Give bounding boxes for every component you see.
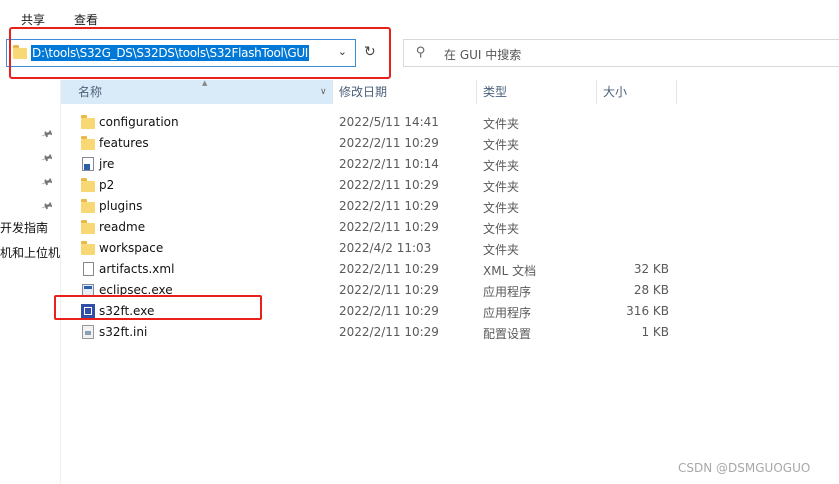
search-input[interactable]: ⚲ 在 GUI 中搜索	[403, 39, 839, 67]
ini-file-icon	[82, 325, 94, 339]
column-header-date[interactable]: 修改日期	[339, 80, 477, 104]
search-placeholder: 在 GUI 中搜索	[444, 48, 522, 62]
file-row[interactable]: artifacts.xml 2022/2/11 10:29 XML 文档 32 KB	[60, 259, 680, 280]
navigation-pane: 🖈 🖈 🖈 🖈 开发指南 机和上位机	[0, 80, 60, 484]
file-row[interactable]: jre 2022/2/11 10:14 文件夹	[60, 154, 680, 175]
watermark: CSDN @DSMGUOGUO	[678, 461, 811, 475]
file-size: 28 KB	[633, 283, 669, 297]
file-row[interactable]: p2 2022/2/11 10:29 文件夹	[60, 175, 680, 196]
file-name: readme	[99, 220, 146, 234]
column-header-size-label: 大小	[603, 85, 628, 99]
file-name: plugins	[99, 199, 143, 213]
nav-item-dev-guide[interactable]: 开发指南	[0, 219, 48, 236]
tab-share[interactable]: 共享	[21, 11, 45, 28]
column-header-type-label: 类型	[483, 85, 508, 99]
file-date: 2022/2/11 10:29	[339, 283, 439, 297]
column-header-name[interactable]: 名称	[61, 80, 332, 104]
file-type: 文件夹	[483, 243, 520, 257]
tab-view[interactable]: 查看	[74, 11, 98, 28]
file-name: p2	[99, 178, 115, 192]
file-name: artifacts.xml	[99, 262, 175, 276]
column-divider[interactable]	[332, 80, 333, 104]
file-date: 2022/2/11 10:29	[339, 136, 439, 150]
folder-icon	[81, 178, 95, 192]
file-type: 配置设置	[483, 327, 532, 341]
file-name: configuration	[99, 115, 179, 129]
file-name: jre	[99, 157, 115, 171]
file-row[interactable]: readme 2022/2/11 10:29 文件夹	[60, 217, 680, 238]
chevron-down-icon[interactable]: ∨	[320, 87, 327, 97]
file-type: 文件夹	[483, 159, 520, 173]
file-name: features	[99, 136, 149, 150]
file-row[interactable]: plugins 2022/2/11 10:29 文件夹	[60, 196, 680, 217]
file-type: 文件夹	[483, 180, 520, 194]
file-type: 应用程序	[483, 306, 532, 320]
file-type: 文件夹	[483, 138, 520, 152]
column-header-size[interactable]: 大小	[603, 80, 676, 104]
file-size: 1 KB	[641, 325, 669, 339]
folder-icon	[81, 241, 95, 255]
xml-file-icon	[83, 262, 94, 276]
file-date: 2022/2/11 10:29	[339, 262, 439, 276]
column-divider[interactable]	[676, 80, 677, 104]
file-row[interactable]: s32ft.ini 2022/2/11 10:29 配置设置 1 KB	[60, 322, 680, 343]
file-date: 2022/2/11 10:29	[339, 199, 439, 213]
column-header-type[interactable]: 类型	[483, 80, 596, 104]
file-date: 2022/2/11 10:29	[339, 220, 439, 234]
column-header-date-label: 修改日期	[339, 85, 388, 99]
sort-ascending-icon: ▲	[202, 79, 208, 87]
file-row[interactable]: configuration 2022/5/11 14:41 文件夹	[60, 112, 680, 133]
file-date: 2022/2/11 10:29	[339, 304, 439, 318]
file-row[interactable]: features 2022/2/11 10:29 文件夹	[60, 133, 680, 154]
pin-icon[interactable]: 🖈	[38, 172, 55, 194]
file-row[interactable]: workspace 2022/4/2 11:03 文件夹	[60, 238, 680, 259]
file-date: 2022/2/11 10:29	[339, 325, 439, 339]
file-size: 316 KB	[626, 304, 669, 318]
file-date: 2022/4/2 11:03	[339, 241, 432, 255]
file-name: s32ft.ini	[99, 325, 148, 339]
column-header-name-label: 名称	[78, 85, 103, 99]
folder-icon	[81, 136, 95, 150]
folder-icon	[81, 199, 95, 213]
column-divider[interactable]	[476, 80, 477, 104]
file-date: 2022/2/11 10:29	[339, 178, 439, 192]
file-type: 文件夹	[483, 201, 520, 215]
pin-icon[interactable]: 🖈	[38, 196, 55, 218]
folder-icon	[81, 220, 95, 234]
pin-icon[interactable]: 🖈	[38, 148, 55, 170]
address-highlight-box	[9, 27, 391, 79]
file-type: 应用程序	[483, 285, 532, 299]
shortcut-folder-icon	[82, 157, 94, 171]
column-divider[interactable]	[596, 80, 597, 104]
nav-item-host[interactable]: 机和上位机	[0, 244, 60, 261]
file-size: 32 KB	[633, 262, 669, 276]
pin-icon[interactable]: 🖈	[38, 124, 55, 146]
folder-icon	[81, 115, 95, 129]
file-highlight-box	[54, 295, 262, 320]
file-date: 2022/2/11 10:14	[339, 157, 439, 171]
file-type: XML 文档	[483, 264, 537, 278]
file-type: 文件夹	[483, 117, 520, 131]
file-type: 文件夹	[483, 222, 520, 236]
search-icon: ⚲	[416, 45, 426, 60]
file-date: 2022/5/11 14:41	[339, 115, 439, 129]
file-name: workspace	[99, 241, 164, 255]
